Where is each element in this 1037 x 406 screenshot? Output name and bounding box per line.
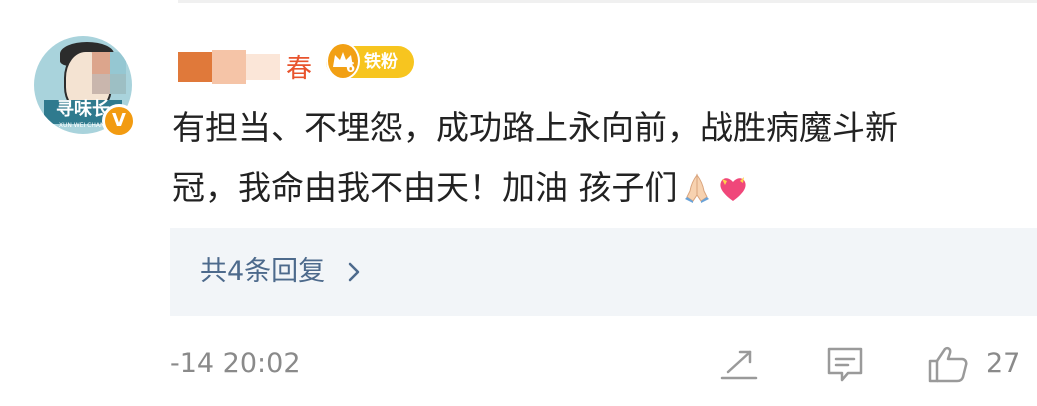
avatar-mosaic — [110, 52, 126, 74]
username-suffix: 春 — [286, 54, 313, 84]
username[interactable]: 春 — [176, 46, 316, 86]
comment-line-1: 有担当、不埋怨，成功路上永向前，战胜病魔斗新 — [172, 108, 898, 147]
comment-line-2: 冠，我命由我不由天！加油 孩子们 — [172, 168, 678, 207]
username-blur — [246, 54, 280, 80]
verified-badge-icon: V — [102, 104, 136, 138]
view-replies-link[interactable]: 共4条回复 — [200, 254, 365, 290]
fan-badge[interactable]: 6 铁粉 — [326, 42, 414, 80]
like-icon[interactable] — [926, 344, 970, 384]
fan-badge-level: 6 — [346, 61, 356, 76]
divider — [178, 0, 1037, 3]
view-replies-label: 共4条回复 — [200, 256, 326, 287]
comment-card: 寻味长 XUN WEI CHANG V 春 6 铁粉 有担当、不埋怨，成功路上永… — [0, 0, 1037, 406]
comment-text: 有担当、不埋怨，成功路上永向前，战胜病魔斗新 冠，我命由我不由天！加油 孩子们 — [172, 98, 1037, 218]
avatar-mosaic — [110, 74, 126, 94]
folded-hands-icon — [684, 173, 709, 203]
avatar-mosaic — [92, 74, 110, 94]
username-blur — [212, 50, 246, 84]
replies-box: 共4条回复 — [170, 228, 1037, 316]
avatar-mosaic — [92, 52, 110, 74]
chevron-right-icon — [348, 262, 360, 282]
username-blur — [178, 52, 212, 82]
heart-with-ribbon-icon — [719, 177, 746, 201]
comment-timestamp: -14 20:02 — [170, 348, 301, 379]
share-icon[interactable] — [718, 344, 760, 384]
comment-icon[interactable] — [824, 344, 866, 384]
like-count: 27 — [986, 348, 1021, 379]
fan-badge-label: 铁粉 — [364, 52, 398, 72]
